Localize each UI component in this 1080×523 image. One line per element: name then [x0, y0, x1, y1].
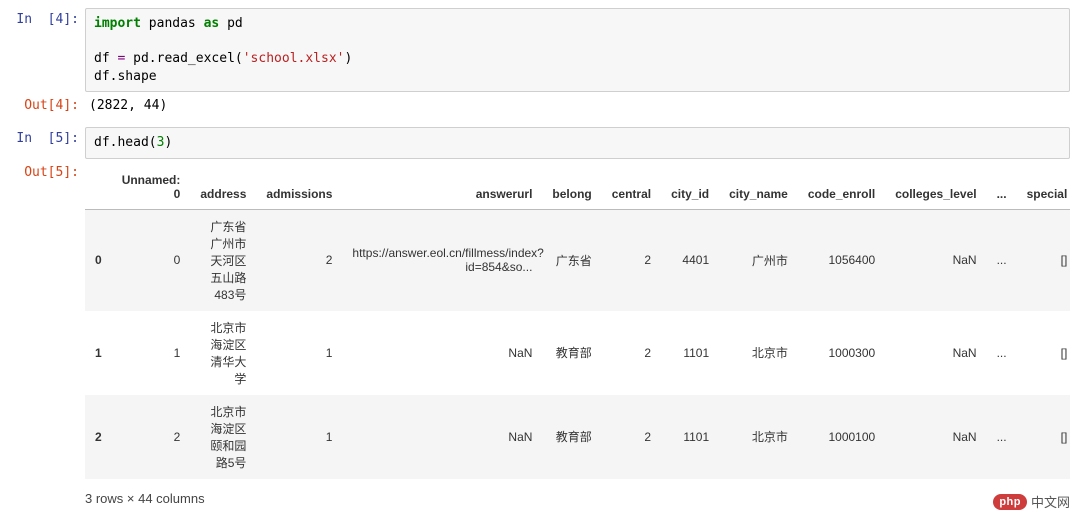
output-cell-4: Out[4]: (2822, 44) — [10, 94, 1070, 117]
table-row: 2 2 北京市海淀区颐和园路5号 1 NaN 教育部 2 1101 北京市 10… — [85, 395, 1070, 479]
col-header: address — [190, 165, 256, 210]
col-header: city_id — [661, 165, 719, 210]
col-header: admissions — [256, 165, 342, 210]
table-row: 1 1 北京市海淀区清华大学 1 NaN 教育部 2 1101 北京市 1000… — [85, 311, 1070, 395]
prompt-in-5: In [5]: — [10, 127, 85, 150]
keyword-import: import — [94, 16, 141, 31]
code-input-5[interactable]: df.head(3) — [85, 127, 1070, 159]
col-header: city_name — [719, 165, 798, 210]
input-cell-4: In [4]: import pandas as pd df = pd.read… — [10, 8, 1070, 92]
output-cell-5: Out[5]: Unnamed: 0 address admissions an… — [10, 161, 1070, 510]
output-text-4: (2822, 44) — [85, 94, 1070, 117]
col-header: colleges_level — [885, 165, 986, 210]
col-header: belong — [542, 165, 601, 210]
watermark: php 中文网 — [993, 492, 1070, 511]
prompt-out-5: Out[5]: — [10, 161, 85, 184]
row-index: 0 — [85, 209, 112, 311]
dataframe-table: Unnamed: 0 address admissions answerurl … — [85, 165, 1070, 479]
col-header: ... — [987, 165, 1017, 210]
dataframe-output: Unnamed: 0 address admissions answerurl … — [85, 161, 1070, 510]
col-header: special — [1017, 165, 1070, 210]
keyword-as: as — [204, 16, 220, 31]
col-header: code_enroll — [798, 165, 885, 210]
string-literal: 'school.xlsx' — [243, 51, 345, 66]
dataframe-scroll[interactable]: Unnamed: 0 address admissions answerurl … — [85, 165, 1070, 485]
col-header: central — [602, 165, 661, 210]
row-index: 1 — [85, 311, 112, 395]
index-header — [85, 165, 112, 210]
table-row: 0 0 广东省广州市天河区五山路483号 2 https://answer.eo… — [85, 209, 1070, 311]
row-index: 2 — [85, 395, 112, 479]
code-input-4[interactable]: import pandas as pd df = pd.read_excel('… — [85, 8, 1070, 92]
input-cell-5: In [5]: df.head(3) — [10, 127, 1070, 159]
col-header: answerurl — [342, 165, 542, 210]
table-header-row: Unnamed: 0 address admissions answerurl … — [85, 165, 1070, 210]
prompt-out-4: Out[4]: — [10, 94, 85, 117]
watermark-text: 中文网 — [1031, 492, 1070, 511]
prompt-in-4: In [4]: — [10, 8, 85, 31]
col-header: Unnamed: 0 — [112, 165, 191, 210]
dataframe-footer: 3 rows × 44 columns — [85, 485, 1070, 510]
watermark-badge: php — [993, 494, 1027, 510]
